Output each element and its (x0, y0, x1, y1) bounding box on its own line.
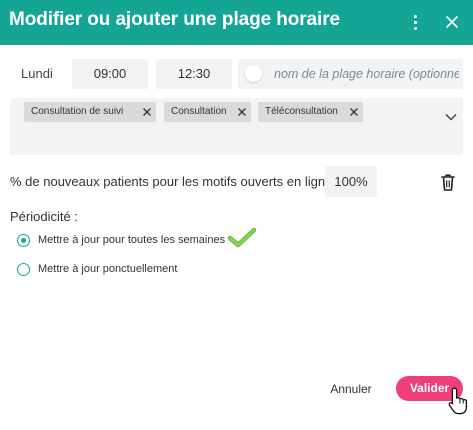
motifs-select[interactable]: Consultation de suivi Consultation Téléc… (10, 98, 463, 155)
close-icon[interactable] (442, 11, 462, 33)
trash-icon[interactable] (440, 173, 456, 192)
cancel-button[interactable]: Annuler (322, 380, 380, 398)
slot-toggle[interactable] (245, 65, 262, 82)
checkmark-icon (227, 227, 257, 248)
slot-name-field[interactable]: nom de la plage horaire (optionnel) (238, 59, 463, 89)
slot-name-placeholder: nom de la plage horaire (optionnel) (274, 67, 459, 81)
kebab-menu-icon[interactable] (408, 11, 422, 33)
radio-label: Mettre à jour pour toutes les semaines (38, 234, 226, 246)
radio-weekly[interactable]: Mettre à jour pour toutes les semaines (17, 233, 257, 249)
tag-chip: Téléconsultation (258, 102, 363, 122)
tag-chip: Consultation (164, 102, 251, 122)
end-time-field[interactable]: 12:30 (156, 59, 232, 89)
hand-cursor-icon (448, 387, 468, 415)
tag-label: Consultation (171, 106, 227, 117)
remove-tag-icon[interactable] (349, 107, 359, 117)
remove-tag-icon[interactable] (142, 107, 152, 117)
dialog-header: Modifier ou ajouter une plage horaire (0, 0, 473, 45)
radio-button[interactable] (17, 263, 30, 276)
chevron-down-icon[interactable] (444, 112, 458, 122)
dialog-title: Modifier ou ajouter une plage horaire (9, 9, 340, 30)
new-patients-label: % de nouveaux patients pour les motifs o… (10, 174, 340, 189)
periodicity-label: Périodicité : (10, 209, 78, 224)
radio-label: Mettre à jour ponctuellement (38, 263, 178, 275)
day-label: Lundi (21, 66, 53, 81)
radio-button[interactable] (17, 234, 30, 247)
radio-one-time[interactable]: Mettre à jour ponctuellement (17, 262, 197, 278)
start-time-field[interactable]: 09:00 (72, 59, 148, 89)
remove-tag-icon[interactable] (237, 107, 247, 117)
tag-label: Téléconsultation (265, 106, 338, 117)
new-patients-percent-field[interactable]: 100% (325, 166, 377, 197)
tag-label: Consultation de suivi (31, 106, 124, 117)
tag-chip: Consultation de suivi (24, 102, 156, 122)
